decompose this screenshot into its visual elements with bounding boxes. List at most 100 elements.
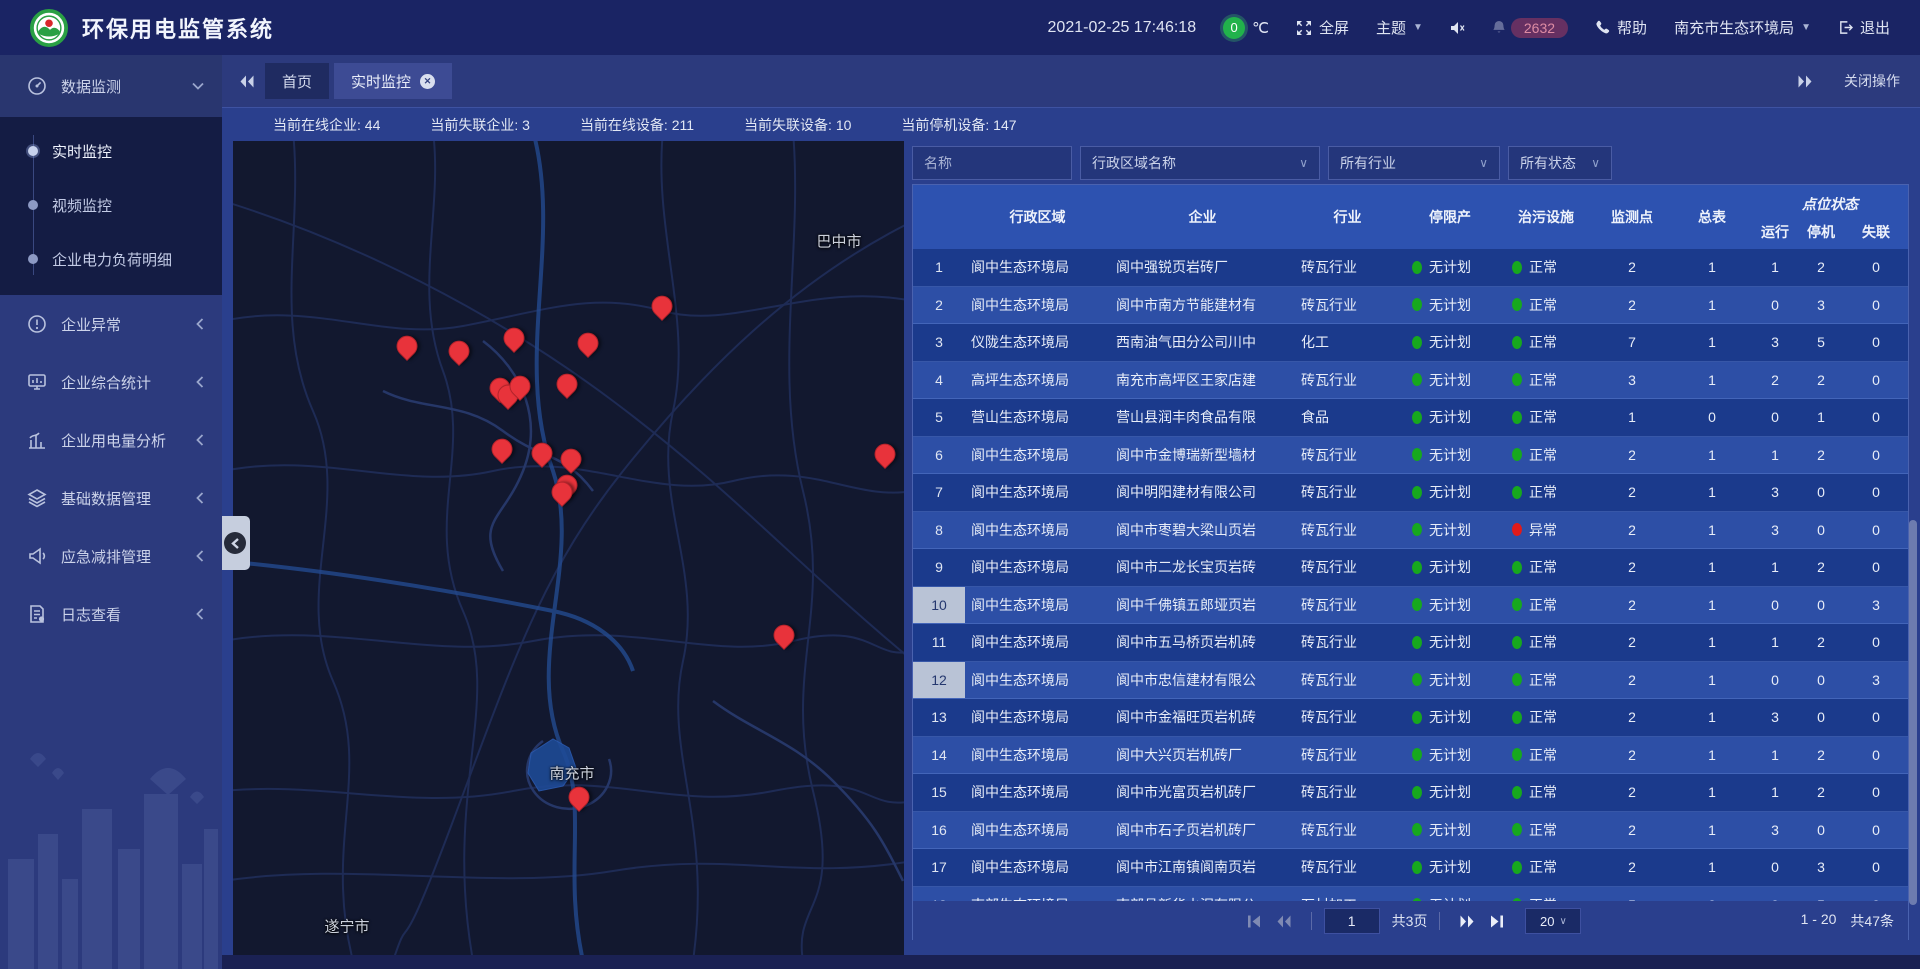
status-dot-green-icon <box>1412 748 1422 761</box>
cell-company: 阆中市金博瑞新型墙材 <box>1110 437 1295 474</box>
cell-lost: 3 <box>1844 662 1908 699</box>
sidebar-group-2[interactable]: 企业异常 <box>0 295 222 353</box>
table-row[interactable]: 9阆中生态环境局阆中市二龙长宝页岩砖砖瓦行业无计划正常21120 <box>913 549 1908 587</box>
sidebar-item-企业电力负荷明细[interactable]: 企业电力负荷明细 <box>0 232 222 286</box>
status-dot-green-icon <box>1412 786 1422 799</box>
enterprise-table: 行政区域企业行业停限产治污设施监测点总表点位状态运行停机失联 1阆中生态环境局阆… <box>912 184 1909 940</box>
name-filter-input[interactable] <box>912 146 1072 180</box>
sidebar-item-视频监控[interactable]: 视频监控 <box>0 178 222 232</box>
cell-industry: 砖瓦行业 <box>1295 249 1400 286</box>
cell-company: 阆中市江南镇阆南页岩 <box>1110 849 1295 886</box>
header-cell-行业: 行业 <box>1295 185 1400 249</box>
table-row[interactable]: 16阆中生态环境局阆中市石子页岩机砖厂砖瓦行业无计划正常21300 <box>913 812 1908 850</box>
industry-filter-select[interactable]: 所有行业 ∨ <box>1328 146 1500 180</box>
page-size-select[interactable]: 20 ∨ <box>1525 908 1581 934</box>
cell-industry: 砖瓦行业 <box>1295 774 1400 811</box>
sidebar-group-label: 日志查看 <box>61 604 121 625</box>
notification-button[interactable]: 2632 <box>1492 18 1568 38</box>
table-row[interactable]: 10阆中生态环境局阆中千佛镇五郎垭页岩砖瓦行业无计划正常21003 <box>913 587 1908 625</box>
sidebar-group-6[interactable]: 应急减排管理 <box>0 527 222 585</box>
status-filter-select[interactable]: 所有状态 ∨ <box>1508 146 1612 180</box>
cell-lost: 0 <box>1844 362 1908 399</box>
map-canvas[interactable]: 巴中市南充市遂宁市 <box>233 141 904 955</box>
temperature-unit: ℃ <box>1252 19 1269 37</box>
table-row[interactable]: 17阆中生态环境局阆中市江南镇阆南页岩砖瓦行业无计划正常21030 <box>913 849 1908 887</box>
sidebar-group-3[interactable]: 企业综合统计 <box>0 353 222 411</box>
theme-menu-button[interactable]: 主题 ▼ <box>1376 17 1423 38</box>
cell-lost: 0 <box>1844 249 1908 286</box>
cell-stopped: 2 <box>1798 249 1844 286</box>
cell-stopped: 2 <box>1798 737 1844 774</box>
org-menu-button[interactable]: 南充市生态环境局 ▼ <box>1674 17 1811 38</box>
tabs-scroll-left-button[interactable] <box>238 75 255 88</box>
sidebar-menu: 数据监测实时监控视频监控企业电力负荷明细企业异常企业综合统计企业用电量分析基础数… <box>0 55 222 643</box>
cell-monitor-points: 5 <box>1592 887 1672 902</box>
tab-首页[interactable]: 首页 <box>265 63 329 99</box>
tab-label: 首页 <box>282 71 312 92</box>
close-operations-button[interactable]: 关闭操作 <box>1844 71 1900 91</box>
temperature-value: 0 <box>1223 17 1245 39</box>
first-page-button[interactable] <box>1247 915 1261 928</box>
table-row[interactable]: 15阆中生态环境局阆中市光富页岩机砖厂砖瓦行业无计划正常21120 <box>913 774 1908 812</box>
table-row[interactable]: 3仪陇生态环境局西南油气田分公司川中化工无计划正常71350 <box>913 324 1908 362</box>
table-row[interactable]: 12阆中生态环境局阆中市忠信建材有限公砖瓦行业无计划正常21003 <box>913 662 1908 700</box>
cell-running: 0 <box>1752 849 1798 886</box>
sidebar-collapse-button[interactable] <box>222 516 250 570</box>
table-row[interactable]: 14阆中生态环境局阆中大兴页岩机砖厂砖瓦行业无计划正常21120 <box>913 737 1908 775</box>
sidebar-group-5[interactable]: 基础数据管理 <box>0 469 222 527</box>
tab-实时监控[interactable]: 实时监控✕ <box>334 63 452 99</box>
monitor-stats-icon <box>27 372 48 393</box>
chevron-down-icon: ▼ <box>1413 22 1423 33</box>
table-row[interactable]: 7阆中生态环境局阆中明阳建材有限公司砖瓦行业无计划正常21300 <box>913 474 1908 512</box>
cell-lost: 0 <box>1844 474 1908 511</box>
page-number-input[interactable] <box>1324 908 1380 934</box>
table-row[interactable]: 1阆中生态环境局阆中强锐页岩砖厂砖瓦行业无计划正常21120 <box>913 249 1908 287</box>
page-size-value: 20 <box>1540 914 1554 929</box>
cell-total-meter: 1 <box>1672 362 1752 399</box>
cell-limit-production: 无计划 <box>1400 587 1500 624</box>
table-row[interactable]: 8阆中生态环境局阆中市枣碧大梁山页岩砖瓦行业无计划异常21300 <box>913 512 1908 550</box>
table-row[interactable]: 2阆中生态环境局阆中市南方节能建材有砖瓦行业无计划正常21030 <box>913 287 1908 325</box>
table-row[interactable]: 5营山生态环境局营山县润丰肉食品有限食品无计划正常10010 <box>913 399 1908 437</box>
sound-mute-button[interactable] <box>1450 21 1465 35</box>
cell-stopped: 0 <box>1798 512 1844 549</box>
sidebar-group-1[interactable]: 数据监测 <box>0 55 222 117</box>
table-row[interactable]: 4高坪生态环境局南充市高坪区王家店建砖瓦行业无计划正常31220 <box>913 362 1908 400</box>
cell-stopped: 0 <box>1798 587 1844 624</box>
tabs-scroll-right-button[interactable] <box>1797 75 1814 88</box>
sidebar-item-实时监控[interactable]: 实时监控 <box>0 124 222 178</box>
last-page-button[interactable] <box>1490 915 1504 928</box>
help-button[interactable]: 帮助 <box>1595 17 1647 38</box>
table-row[interactable]: 13阆中生态环境局阆中市金福旺页岩机砖砖瓦行业无计划正常21300 <box>913 699 1908 737</box>
fullscreen-button[interactable]: 全屏 <box>1296 17 1349 38</box>
cell-pollution-facility: 正常 <box>1500 699 1592 736</box>
limit-label: 无计划 <box>1429 520 1471 540</box>
cell-stopped: 1 <box>1798 399 1844 436</box>
logout-button[interactable]: 退出 <box>1838 17 1890 38</box>
sidebar-group-7[interactable]: 日志查看 <box>0 585 222 643</box>
table-row[interactable]: 11阆中生态环境局阆中市五马桥页岩机砖砖瓦行业无计划正常21120 <box>913 624 1908 662</box>
sidebar-group-4[interactable]: 企业用电量分析 <box>0 411 222 469</box>
next-page-button[interactable] <box>1459 915 1476 928</box>
tab-close-icon[interactable]: ✕ <box>420 74 435 89</box>
page-scrollbar-thumb[interactable] <box>1909 520 1917 905</box>
logout-label: 退出 <box>1860 17 1890 38</box>
cell-industry: 砖瓦行业 <box>1295 437 1400 474</box>
city-silhouette-decoration <box>0 739 222 969</box>
cell-row-number: 8 <box>913 512 965 549</box>
facility-label: 正常 <box>1529 557 1557 577</box>
cell-monitor-points: 2 <box>1592 512 1672 549</box>
tab-strip: 首页 实时监控✕ 关闭操作 <box>222 55 1920 108</box>
cell-industry: 砖瓦行业 <box>1295 662 1400 699</box>
prev-page-button[interactable] <box>1275 915 1292 928</box>
chevron-down-icon <box>192 82 204 90</box>
cell-industry: 砖瓦行业 <box>1295 587 1400 624</box>
facility-label: 正常 <box>1529 257 1557 277</box>
sidebar-group-label: 企业综合统计 <box>61 372 151 393</box>
region-filter-select[interactable]: 行政区域名称 ∨ <box>1080 146 1320 180</box>
cell-total-meter: 1 <box>1672 437 1752 474</box>
cell-region: 阆中生态环境局 <box>965 437 1110 474</box>
cell-total-meter: 1 <box>1672 849 1752 886</box>
table-row[interactable]: 18南部生态环境局南部县新华水泥有限公石材加工无计划正常50050 <box>913 887 1908 902</box>
table-row[interactable]: 6阆中生态环境局阆中市金博瑞新型墙材砖瓦行业无计划正常21120 <box>913 437 1908 475</box>
